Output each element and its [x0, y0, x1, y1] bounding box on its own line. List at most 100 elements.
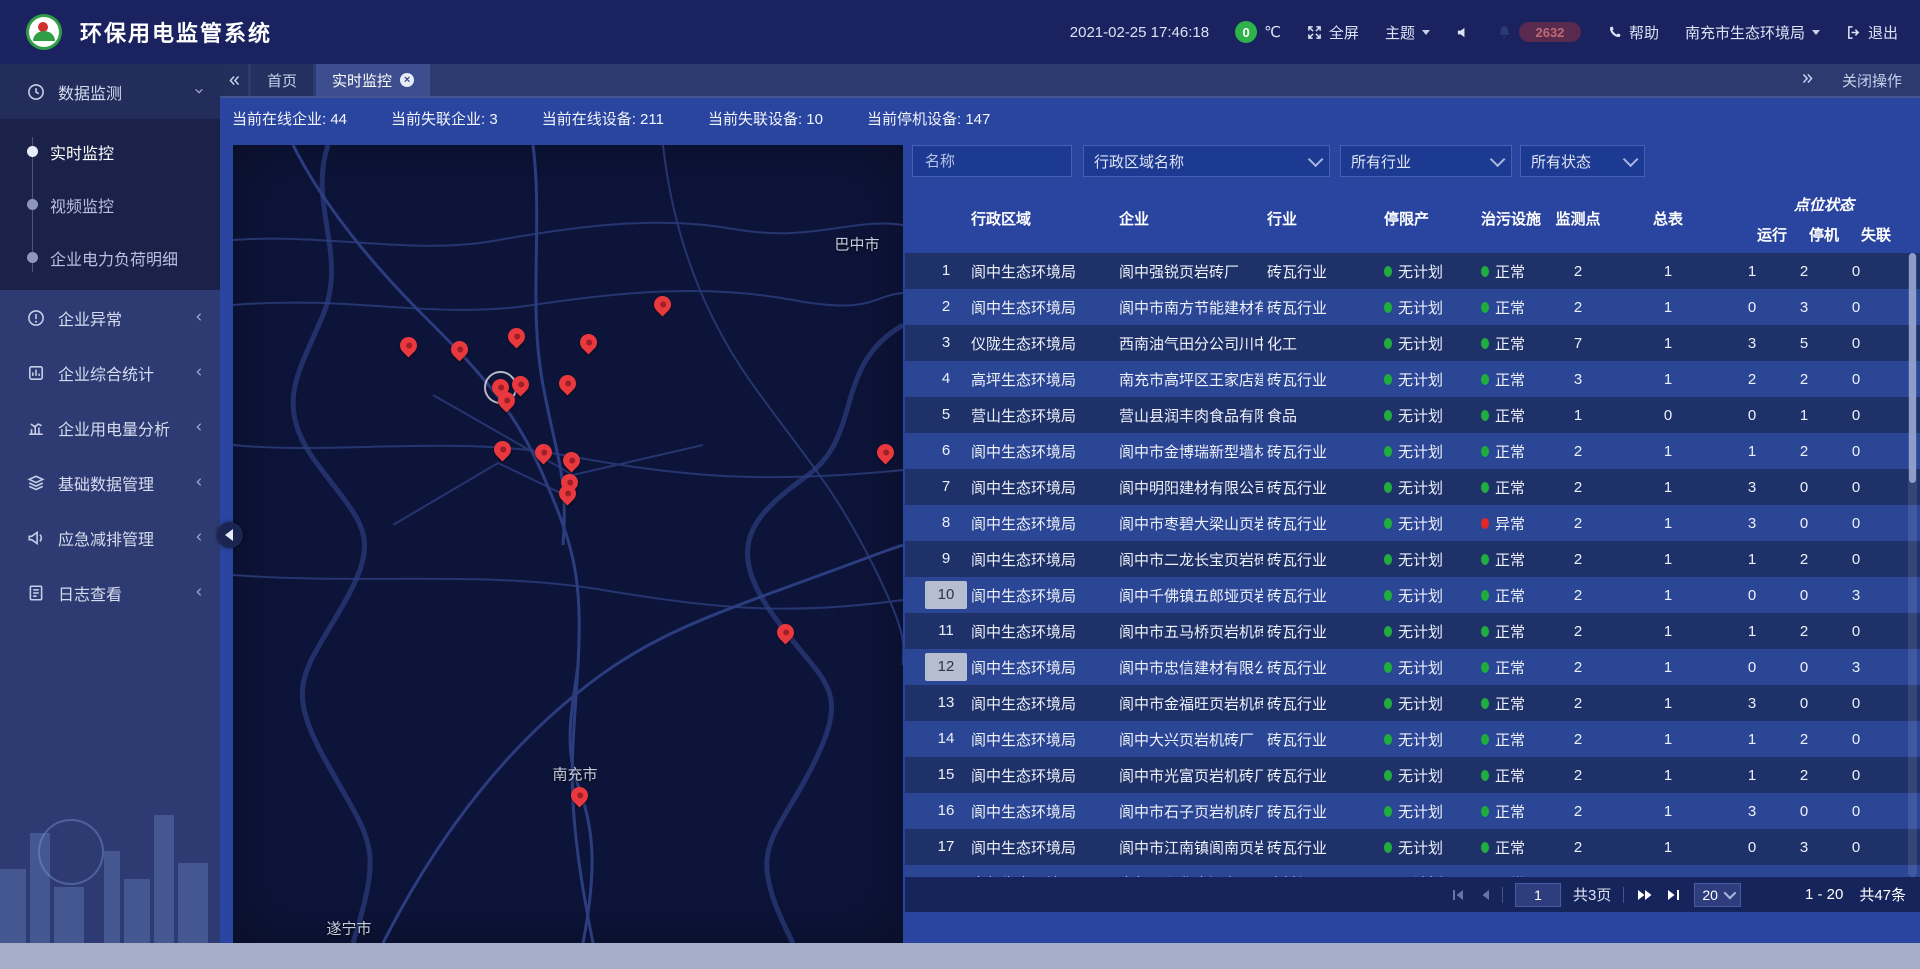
tab-实时监控[interactable]: 实时监控×	[316, 64, 430, 96]
layers-icon	[27, 474, 45, 492]
close-icon[interactable]: ×	[400, 73, 414, 87]
table-row[interactable]: 16阆中生态环境局阆中市石子页岩机砖厂砖瓦行业无计划正常21300	[905, 793, 1920, 829]
map-panel[interactable]: 巴中市南充市遂宁市	[233, 145, 903, 943]
table-row[interactable]: 18南部生态环境局南部县兴华水泥有限公建材加工无计划正常60060	[905, 865, 1920, 877]
cell-lost: 0	[1830, 803, 1882, 820]
total-items-label: 共47条	[1859, 884, 1906, 905]
status-dot-icon	[1481, 554, 1489, 565]
table-row[interactable]: 17阆中生态环境局阆中市江南镇阆南页岩砖瓦行业无计划正常21030	[905, 829, 1920, 865]
status-filter-select[interactable]: 所有状态	[1520, 145, 1645, 177]
sidebar-item-4[interactable]: 基础数据管理	[0, 455, 220, 510]
tabs-scroll-left-button[interactable]	[220, 64, 248, 96]
status-dot-icon	[1384, 734, 1392, 745]
chevron-left-icon	[194, 419, 204, 437]
cell-limit: 无计划	[1380, 693, 1477, 714]
table-row[interactable]: 5营山生态环境局营山县润丰肉食品有限食品无计划正常10010	[905, 397, 1920, 433]
cell-region: 阆中生态环境局	[967, 729, 1115, 750]
cell-stop: 3	[1778, 839, 1830, 856]
sidebar-subitem[interactable]: 实时监控	[0, 125, 220, 178]
tabs-scroll-right-button[interactable]	[1801, 72, 1814, 89]
table-row[interactable]: 12阆中生态环境局阆中市忠信建材有限公砖瓦行业无计划正常21003	[905, 649, 1920, 685]
table-row[interactable]: 4高坪生态环境局南充市高坪区王家店建砖瓦行业无计划正常31220	[905, 361, 1920, 397]
status-dot-icon	[1481, 842, 1489, 853]
col-facility: 治污设施	[1477, 208, 1546, 229]
cell-industry: 砖瓦行业	[1263, 765, 1380, 786]
industry-filter-select[interactable]: 所有行业	[1340, 145, 1512, 177]
status-dot-icon	[1481, 302, 1489, 313]
table-header: 行政区域 企业 行业 停限产 治污设施 监测点 总表 点位状态 运行 停机 失联	[905, 185, 1920, 252]
prev-page-button[interactable]	[1478, 888, 1490, 902]
sidebar: 数据监测实时监控视频监控企业电力负荷明细企业异常企业综合统计企业用电量分析基础数…	[0, 64, 220, 943]
close-operations-button[interactable]: 关闭操作	[1842, 70, 1902, 91]
name-filter-input[interactable]	[912, 145, 1072, 177]
region-filter-select[interactable]: 行政区域名称	[1083, 145, 1330, 177]
page-size-select[interactable]: 20	[1694, 883, 1741, 907]
chart-icon	[27, 419, 45, 437]
cell-total: 1	[1610, 479, 1726, 496]
notifications[interactable]: 2632	[1497, 22, 1581, 42]
cell-run: 1	[1726, 731, 1778, 748]
cell-facility: 正常	[1477, 729, 1546, 750]
cell-industry: 砖瓦行业	[1263, 549, 1380, 570]
status-dot-icon	[1481, 518, 1489, 529]
sidebar-item-1[interactable]: 企业异常	[0, 290, 220, 345]
sidebar-subitem[interactable]: 视频监控	[0, 178, 220, 231]
sidebar-item-2[interactable]: 企业综合统计	[0, 345, 220, 400]
logout-button[interactable]: 退出	[1846, 22, 1898, 43]
map-roads	[233, 145, 903, 943]
table-row[interactable]: 14阆中生态环境局阆中大兴页岩机砖厂砖瓦行业无计划正常21120	[905, 721, 1920, 757]
alert-icon	[27, 309, 45, 327]
cell-run: 0	[1726, 839, 1778, 856]
table-row[interactable]: 9阆中生态环境局阆中市二龙长宝页岩砖砖瓦行业无计划正常21120	[905, 541, 1920, 577]
map-collapse-button[interactable]	[217, 522, 243, 548]
name-input[interactable]	[923, 152, 1061, 171]
cell-region: 高坪生态环境局	[967, 369, 1115, 390]
sidebar-subitem[interactable]: 企业电力负荷明细	[0, 231, 220, 284]
chevron-left-icon	[194, 584, 204, 602]
status-dot-icon	[1481, 698, 1489, 709]
table-row[interactable]: 3仪陇生态环境局西南油气田分公司川中化工无计划正常71350	[905, 325, 1920, 361]
chevron-left-icon	[194, 529, 204, 547]
sidebar-item-5[interactable]: 应急减排管理	[0, 510, 220, 565]
table-row[interactable]: 13阆中生态环境局阆中市金福旺页岩机砖砖瓦行业无计划正常21300	[905, 685, 1920, 721]
cell-run: 3	[1726, 515, 1778, 532]
sidebar-item-3[interactable]: 企业用电量分析	[0, 400, 220, 455]
page-number-input[interactable]: 1	[1515, 883, 1561, 907]
cell-run: 1	[1726, 623, 1778, 640]
cell-index: 2	[925, 293, 967, 321]
first-page-button[interactable]	[1450, 888, 1466, 902]
help-button[interactable]: 帮助	[1607, 22, 1659, 43]
table-row[interactable]: 6阆中生态环境局阆中市金博瑞新型墙材砖瓦行业无计划正常21120	[905, 433, 1920, 469]
table-row[interactable]: 2阆中生态环境局阆中市南方节能建材有砖瓦行业无计划正常21030	[905, 289, 1920, 325]
fullscreen-button[interactable]: 全屏	[1307, 22, 1359, 43]
table-row[interactable]: 15阆中生态环境局阆中市光富页岩机砖厂砖瓦行业无计划正常21120	[905, 757, 1920, 793]
volume-button[interactable]	[1456, 25, 1471, 40]
stat-item: 当前失联设备: 10	[708, 108, 823, 129]
cell-facility: 正常	[1477, 369, 1546, 390]
table-row[interactable]: 10阆中生态环境局阆中千佛镇五郎垭页岩砖瓦行业无计划正常21003	[905, 577, 1920, 613]
next-page-button[interactable]	[1636, 888, 1654, 902]
table-row[interactable]: 11阆中生态环境局阆中市五马桥页岩机砖砖瓦行业无计划正常21120	[905, 613, 1920, 649]
cell-stop: 0	[1778, 587, 1830, 604]
cell-lost: 0	[1830, 335, 1882, 352]
stat-item: 当前失联企业: 3	[391, 108, 498, 129]
theme-menu[interactable]: 主题	[1385, 22, 1430, 43]
logout-icon	[1846, 25, 1861, 40]
tab-bar: 首页实时监控× 关闭操作	[220, 64, 1920, 98]
sidebar-item-6[interactable]: 日志查看	[0, 565, 220, 620]
sidebar-item-0[interactable]: 数据监测	[0, 64, 220, 119]
cell-lost: 0	[1830, 263, 1882, 280]
table-row[interactable]: 7阆中生态环境局阆中明阳建材有限公司砖瓦行业无计划正常21300	[905, 469, 1920, 505]
tab-首页[interactable]: 首页	[251, 64, 313, 96]
organization-menu[interactable]: 南充市生态环境局	[1685, 22, 1820, 43]
table-row[interactable]: 8阆中生态环境局阆中市枣碧大梁山页岩砖瓦行业无计划异常21300	[905, 505, 1920, 541]
cell-facility: 正常	[1477, 261, 1546, 282]
sidebar-item-label: 企业综合统计	[58, 361, 194, 385]
last-page-button[interactable]	[1666, 888, 1682, 902]
skyline-decoration	[0, 783, 220, 943]
table-row[interactable]: 1阆中生态环境局阆中强锐页岩砖厂砖瓦行业无计划正常21120	[905, 253, 1920, 289]
chevron-down-icon	[1723, 887, 1736, 900]
scrollbar-thumb[interactable]	[1909, 253, 1916, 483]
cell-region: 阆中生态环境局	[967, 801, 1115, 822]
status-dot-icon	[1384, 266, 1392, 277]
